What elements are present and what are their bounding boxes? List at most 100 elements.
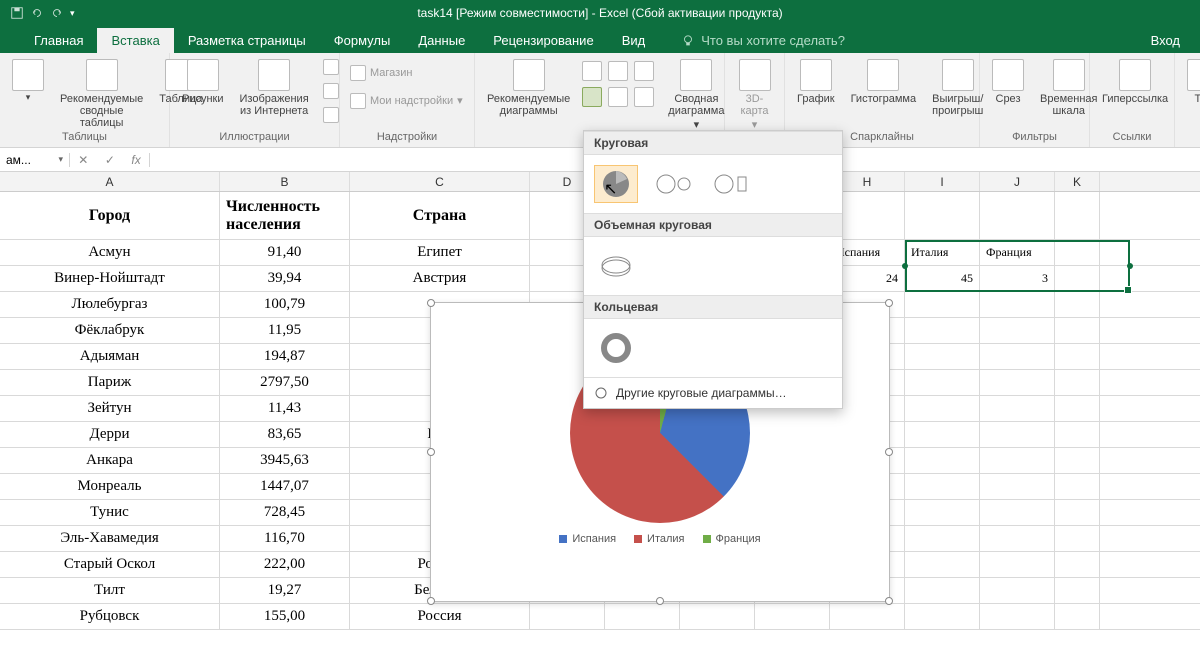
qat-dropdown-icon[interactable]: ▾ xyxy=(70,8,75,19)
header-country[interactable]: Страна xyxy=(350,192,530,239)
cell[interactable] xyxy=(980,578,1055,603)
my-addins-button[interactable]: Мои надстройки ▾ xyxy=(348,91,465,111)
enter-icon[interactable]: ✓ xyxy=(105,153,115,167)
cell[interactable]: 3 xyxy=(980,266,1055,291)
tab-view[interactable]: Вид xyxy=(608,28,660,53)
surface-chart-icon[interactable] xyxy=(634,87,654,107)
bar-of-pie-option[interactable] xyxy=(710,165,754,203)
pivottable-button[interactable]: ▾ xyxy=(8,57,48,105)
sparkline-column-button[interactable]: Гистограмма xyxy=(847,57,921,107)
cell-city[interactable]: Анкара xyxy=(0,448,220,473)
cell-city[interactable]: Рубцовск xyxy=(0,604,220,629)
cell-population[interactable]: 91,40 xyxy=(220,240,350,265)
pie-3d-option[interactable] xyxy=(594,247,638,285)
cell[interactable] xyxy=(905,552,980,577)
3d-map-button[interactable]: 3D-карта ▾ xyxy=(733,57,776,133)
cell-population[interactable]: 100,79 xyxy=(220,292,350,317)
colheader-B[interactable]: B xyxy=(220,172,350,191)
tab-review[interactable]: Рецензирование xyxy=(479,28,607,53)
tab-data[interactable]: Данные xyxy=(404,28,479,53)
recommended-charts-button[interactable]: Рекомендуемые диаграммы xyxy=(483,57,574,119)
cell[interactable] xyxy=(980,422,1055,447)
cell[interactable] xyxy=(905,396,980,421)
cell[interactable] xyxy=(905,370,980,395)
sign-in[interactable]: Вход xyxy=(1145,28,1186,53)
cell-population[interactable]: 222,00 xyxy=(220,552,350,577)
cell-population[interactable]: 2797,50 xyxy=(220,370,350,395)
header-population[interactable]: Численность населения xyxy=(220,192,350,239)
pie-of-pie-option[interactable] xyxy=(652,165,696,203)
colheader-A[interactable]: A xyxy=(0,172,220,191)
redo-icon[interactable] xyxy=(50,6,64,20)
cell[interactable]: Франция xyxy=(980,240,1055,265)
column-chart-icon[interactable] xyxy=(582,61,602,81)
cell-city[interactable]: Тунис xyxy=(0,500,220,525)
chart-legend[interactable]: Испания Италия Франция xyxy=(431,533,889,545)
cell-city[interactable]: Фёклабрук xyxy=(0,318,220,343)
cell[interactable] xyxy=(905,578,980,603)
scatter-chart-icon[interactable] xyxy=(608,87,628,107)
sparkline-line-button[interactable]: График xyxy=(793,57,839,107)
cell[interactable] xyxy=(980,370,1055,395)
cell[interactable] xyxy=(980,552,1055,577)
recommended-pivottables-button[interactable]: Рекомендуемые сводные таблицы xyxy=(56,57,147,131)
online-pictures-button[interactable]: Изображения из Интернета xyxy=(236,57,313,119)
cell-city[interactable]: Дерри xyxy=(0,422,220,447)
cell[interactable] xyxy=(905,292,980,317)
cell-population[interactable]: 11,95 xyxy=(220,318,350,343)
cancel-icon[interactable]: ✕ xyxy=(78,153,88,167)
cell-city[interactable]: Люлебургаз xyxy=(0,292,220,317)
tab-insert[interactable]: Вставка xyxy=(97,28,173,53)
cell[interactable] xyxy=(905,474,980,499)
cell[interactable] xyxy=(980,344,1055,369)
cell-population[interactable]: 83,65 xyxy=(220,422,350,447)
cell[interactable] xyxy=(980,604,1055,629)
cell[interactable] xyxy=(980,474,1055,499)
colheader-K[interactable]: K xyxy=(1055,172,1100,191)
tell-me[interactable]: Что вы хотите сделать? xyxy=(671,28,855,53)
textbox-button[interactable]: Тек xyxy=(1183,57,1200,107)
cell-city[interactable]: Асмун xyxy=(0,240,220,265)
cell-population[interactable]: 39,94 xyxy=(220,266,350,291)
pie-chart-icon[interactable] xyxy=(582,87,602,107)
slicer-button[interactable]: Срез xyxy=(988,57,1028,107)
cell-population[interactable]: 194,87 xyxy=(220,344,350,369)
cell[interactable] xyxy=(980,448,1055,473)
tab-home[interactable]: Главная xyxy=(20,28,97,53)
name-box[interactable]: ам...▾ xyxy=(0,153,70,167)
cell[interactable] xyxy=(905,526,980,551)
cell[interactable] xyxy=(980,526,1055,551)
tab-formulas[interactable]: Формулы xyxy=(320,28,405,53)
doughnut-option[interactable] xyxy=(594,329,638,367)
undo-icon[interactable] xyxy=(30,6,44,20)
cell-city[interactable]: Тилт xyxy=(0,578,220,603)
cell[interactable] xyxy=(905,422,980,447)
cell-city[interactable]: Париж xyxy=(0,370,220,395)
cell[interactable] xyxy=(980,292,1055,317)
cell-population[interactable]: 155,00 xyxy=(220,604,350,629)
cell[interactable]: 45 xyxy=(905,266,980,291)
cell-city[interactable]: Адыяман xyxy=(0,344,220,369)
cell-country[interactable]: Россия xyxy=(350,604,530,629)
cell-population[interactable]: 728,45 xyxy=(220,500,350,525)
cell[interactable] xyxy=(905,344,980,369)
pictures-button[interactable]: Рисунки xyxy=(178,57,228,107)
cell-city[interactable]: Зейтун xyxy=(0,396,220,421)
shapes-button[interactable] xyxy=(321,57,341,77)
fx-icon[interactable]: fx xyxy=(131,153,140,167)
colheader-I[interactable]: I xyxy=(905,172,980,191)
cell-city[interactable]: Старый Оскол xyxy=(0,552,220,577)
cell[interactable] xyxy=(905,318,980,343)
cell[interactable] xyxy=(830,604,905,629)
cell-country[interactable]: Египет xyxy=(350,240,530,265)
hierarchy-chart-icon[interactable] xyxy=(608,61,628,81)
hyperlink-button[interactable]: Гиперссылка xyxy=(1098,57,1172,107)
more-pie-charts[interactable]: Другие круговые диаграммы… xyxy=(584,377,842,408)
cell-population[interactable]: 116,70 xyxy=(220,526,350,551)
cell-population[interactable]: 11,43 xyxy=(220,396,350,421)
smartart-button[interactable] xyxy=(321,81,341,101)
sparkline-winloss-button[interactable]: Выигрыш/проигрыш xyxy=(928,57,987,119)
cell[interactable] xyxy=(980,396,1055,421)
cell[interactable] xyxy=(905,448,980,473)
cell[interactable] xyxy=(905,500,980,525)
